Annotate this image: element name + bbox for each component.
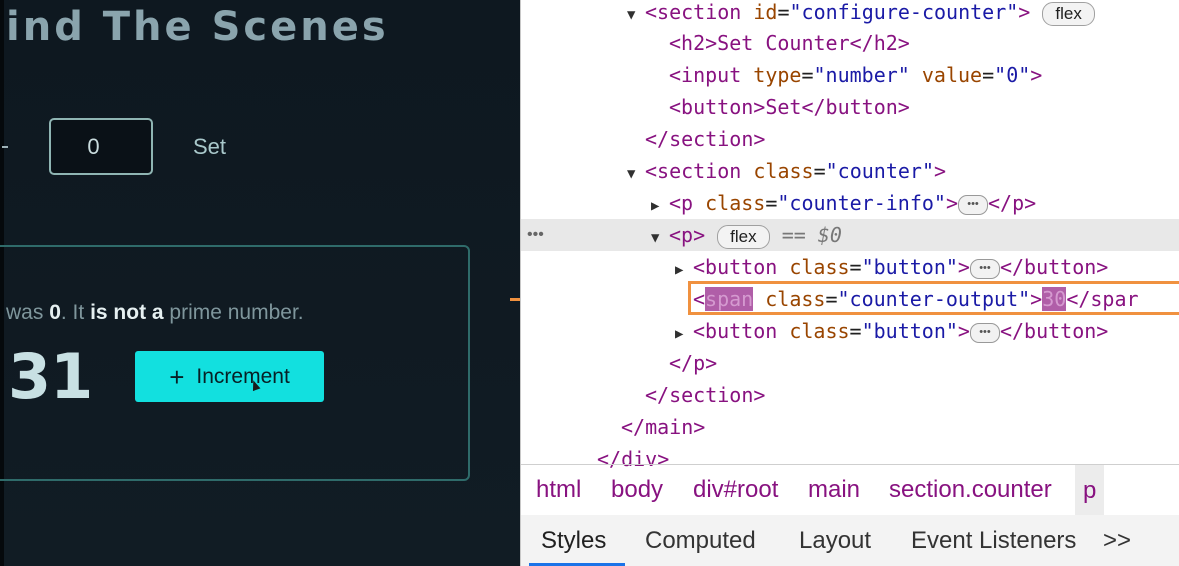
flex-badge[interactable]: flex — [717, 224, 770, 249]
dom-node-button-2[interactable]: ▶ <button class="button"> ••• </button> — [521, 315, 1179, 347]
dom-node-h2[interactable]: <h2>Set Counter</h2> — [521, 27, 1179, 59]
collapse-triangle-icon[interactable]: ▶ — [651, 190, 669, 222]
counter-output: 31 — [8, 340, 93, 413]
counter-info: was 0. It is not a prime number. — [6, 301, 304, 325]
dom-node-section-close[interactable]: </section> — [521, 123, 1179, 155]
expand-triangle-icon[interactable]: ▼ — [651, 222, 669, 254]
tab-styles[interactable]: Styles — [541, 527, 606, 555]
devtools-tabs: Styles Computed Layout Event Listeners >… — [521, 515, 1179, 566]
set-button[interactable]: Set — [193, 134, 226, 160]
tab-event-listeners[interactable]: Event Listeners — [911, 527, 1076, 555]
collapse-triangle-icon[interactable]: ▶ — [675, 318, 693, 350]
increment-label: Increment — [196, 364, 290, 388]
dom-node-input[interactable]: <input type="number" value="0"> — [521, 59, 1179, 91]
info-mid: . It — [60, 301, 91, 324]
label-fragment — [2, 146, 8, 148]
dom-node-section-counter[interactable]: ▼ <section class="counter"> — [521, 155, 1179, 187]
breadcrumb-html[interactable]: html — [536, 476, 581, 504]
more-options-icon[interactable]: ••• — [527, 219, 544, 251]
selected-ref: == $0 — [781, 223, 842, 247]
breadcrumb-p[interactable]: p — [1075, 465, 1105, 515]
dom-node-button-1[interactable]: ▶ <button class="button"> ••• </button> — [521, 251, 1179, 283]
plus-icon: + — [169, 361, 185, 392]
breadcrumb-div-root[interactable]: div#root — [693, 476, 778, 504]
dom-node-p-close[interactable]: </p> — [521, 347, 1179, 379]
increment-button[interactable]: + Increment — [135, 351, 324, 402]
flex-badge[interactable]: flex — [1042, 1, 1095, 26]
ellipsis-icon[interactable]: ••• — [969, 322, 1000, 343]
info-bold: is not a — [90, 301, 164, 324]
more-tabs-icon[interactable]: >> — [1103, 527, 1131, 555]
page-title: ind The Scenes — [6, 4, 389, 50]
dom-node-p-selected[interactable]: ••• ▼ <p> flex == $0 — [521, 219, 1179, 251]
ellipsis-icon[interactable]: ••• — [958, 194, 989, 215]
counter-value-input[interactable] — [49, 118, 153, 175]
info-value: 0 — [49, 301, 61, 324]
dom-node-main-close[interactable]: </main> — [521, 411, 1179, 443]
devtools-panel: ▼ <section id="configure-counter"> flex <… — [520, 0, 1179, 566]
dom-node-section-configure[interactable]: ▼ <section id="configure-counter"> flex — [521, 0, 1179, 28]
ellipsis-icon[interactable]: ••• — [969, 258, 1000, 279]
app-panel: ind The Scenes Set was 0. It is not a pr… — [0, 0, 520, 566]
expand-triangle-icon[interactable]: ▼ — [627, 158, 645, 190]
info-suffix: prime number. — [163, 301, 304, 324]
dom-node-button-set[interactable]: <button>Set</button> — [521, 91, 1179, 123]
breadcrumb-section-counter[interactable]: section.counter — [889, 476, 1052, 504]
highlight-box — [688, 281, 1179, 315]
breadcrumb-main[interactable]: main — [808, 476, 860, 504]
breadcrumb: html body div#root main section.counter … — [521, 464, 1179, 516]
dom-node-p-counter-info[interactable]: ▶ <p class="counter-info"> ••• </p> — [521, 187, 1179, 219]
tab-layout[interactable]: Layout — [799, 527, 871, 555]
tab-computed[interactable]: Computed — [645, 527, 756, 555]
dom-tree: ▼ <section id="configure-counter"> flex <… — [521, 0, 1179, 471]
breadcrumb-body[interactable]: body — [611, 476, 663, 504]
info-prefix: was — [6, 301, 50, 324]
dom-node-section-close-2[interactable]: </section> — [521, 379, 1179, 411]
